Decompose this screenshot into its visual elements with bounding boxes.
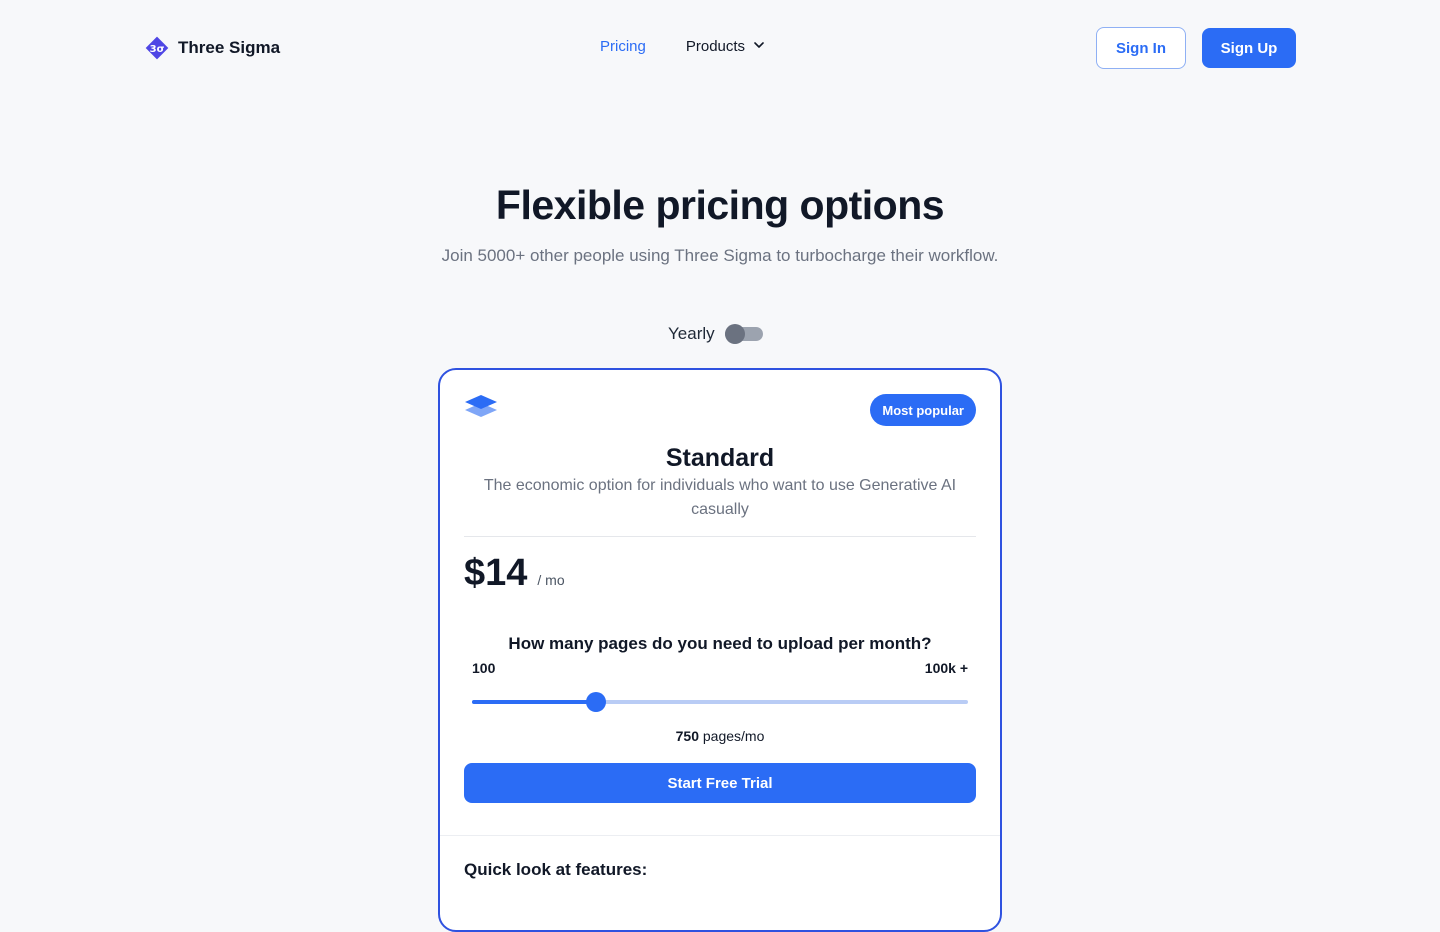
page-subtitle: Join 5000+ other people using Three Sigm… [441, 246, 999, 265]
slider-max-label: 100k + [924, 660, 968, 676]
pages-value: 750 [675, 728, 699, 744]
brand-name: Three Sigma [178, 38, 281, 57]
pages-unit: pages/mo [702, 728, 765, 744]
yearly-toggle-switch[interactable] [724, 324, 763, 344]
plan-price: $14 / mo [464, 552, 565, 595]
slider-thumb[interactable] [586, 692, 606, 712]
top-nav: 3σ Three Sigma Pricing Products Sign In … [0, 0, 1440, 96]
nav-products-label: Products [685, 38, 746, 55]
most-popular-badge: Most popular [870, 394, 976, 426]
chevron-down-icon [753, 38, 765, 55]
nav-pricing-link[interactable]: Pricing [600, 38, 646, 55]
card-section-divider [440, 835, 1000, 836]
start-free-trial-button[interactable]: Start Free Trial [464, 763, 976, 803]
layers-icon [464, 394, 498, 420]
pages-readout: 750 pages/mo [440, 728, 1000, 744]
plan-name: Standard [665, 444, 775, 472]
slider-min-label: 100 [472, 660, 496, 676]
sign-up-button[interactable]: Sign Up [1202, 28, 1296, 68]
price-amount: $14 [464, 552, 528, 594]
sign-in-button[interactable]: Sign In [1096, 27, 1186, 69]
billing-yearly-label: Yearly [668, 324, 715, 343]
billing-toggle-group: Yearly [668, 324, 763, 344]
toggle-knob [724, 324, 745, 344]
page-title: Flexible pricing options [495, 182, 945, 228]
main-nav: Pricing Products [600, 38, 765, 55]
pages-slider[interactable] [472, 692, 968, 712]
card-divider [464, 536, 976, 537]
three-sigma-logo-icon: 3σ [144, 35, 170, 61]
pricing-card-standard: Most popular Standard The economic optio… [438, 368, 1002, 932]
price-unit: / mo [537, 572, 565, 588]
slider-fill [472, 700, 596, 704]
plan-description: The economic option for individuals who … [483, 477, 957, 518]
pages-question: How many pages do you need to upload per… [508, 634, 932, 653]
nav-products-dropdown[interactable]: Products [686, 38, 765, 55]
brand-logo-link[interactable]: 3σ Three Sigma [144, 35, 280, 61]
features-heading: Quick look at features: [464, 860, 648, 879]
brand-mark-text: 3σ [150, 44, 165, 55]
